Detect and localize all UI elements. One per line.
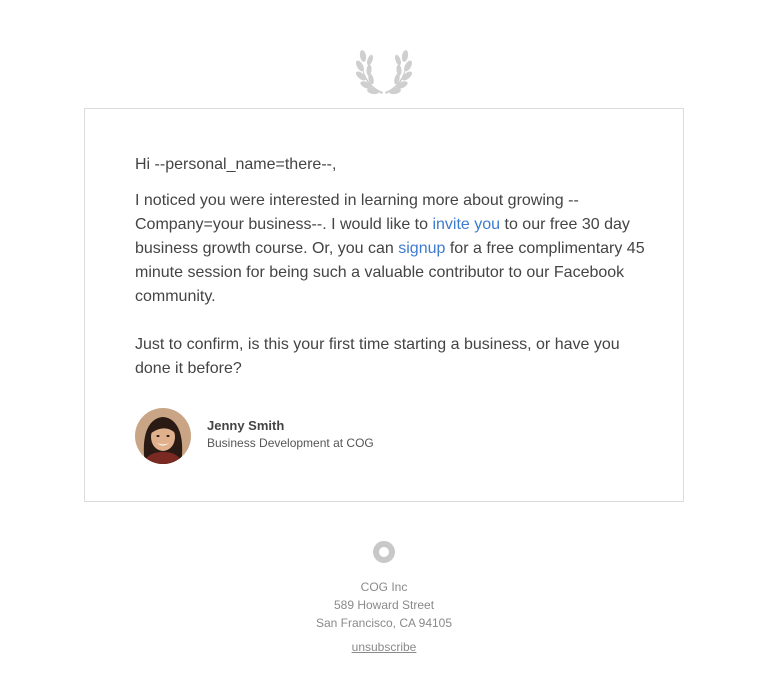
paragraph-invite: I noticed you were interested in learnin… [135,189,645,309]
signature-text: Jenny Smith Business Development at COG [207,417,374,451]
invite-you-link[interactable]: invite you [432,216,500,233]
signature-name: Jenny Smith [207,418,285,433]
footer-street: 589 Howard Street [333,598,435,612]
signature-block: Jenny Smith Business Development at COG [135,407,374,465]
unsubscribe-link[interactable]: unsubscribe [352,640,417,654]
paragraph-confirm: Just to confirm, is this your first time… [135,336,620,377]
email-footer: COG Inc 589 Howard Street San Francisco,… [0,540,768,654]
laurel-wreath-icon [356,50,412,95]
email-body: Hi --personal_name=there--, I noticed yo… [135,153,645,405]
avatar-photo [135,408,191,464]
email-page: Hi --personal_name=there--, I noticed yo… [0,0,768,683]
email-card: Hi --personal_name=there--, I noticed yo… [84,108,684,502]
signup-link[interactable]: signup [398,240,445,257]
footer-company: COG Inc [360,580,408,594]
greeting-text: Hi --personal_name=there--, [135,156,337,173]
footer-city: San Francisco, CA 94105 [315,616,453,630]
signature-title: Business Development at COG [207,436,374,450]
ring-icon [373,541,395,563]
avatar [135,408,191,464]
